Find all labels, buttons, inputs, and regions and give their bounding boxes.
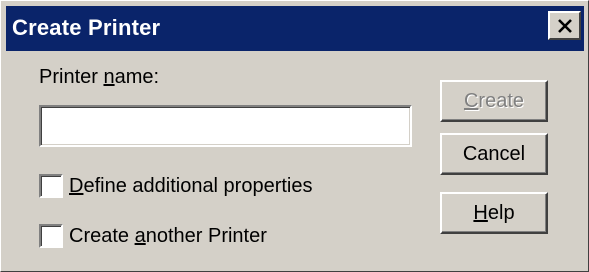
help-button-text: elp	[487, 201, 515, 224]
define-properties-checkbox[interactable]	[39, 174, 63, 198]
create-another-checkbox[interactable]	[39, 224, 63, 248]
define-properties-label: Define additional properties	[69, 175, 313, 198]
printer-name-label-mnemonic: n	[103, 66, 115, 88]
help-button[interactable]: Help	[440, 192, 548, 234]
define-properties-text: efine additional properties	[83, 174, 313, 197]
create-another-post: nother Printer	[145, 224, 267, 247]
create-button-text: reate	[478, 89, 525, 112]
create-printer-dialog: Create Printer Printer name: Define addi…	[0, 0, 589, 272]
create-another-option[interactable]: Create another Printer	[39, 223, 267, 249]
close-icon	[557, 18, 572, 33]
create-button[interactable]: Create	[440, 80, 548, 122]
define-properties-mnemonic: D	[69, 174, 84, 197]
title-bar[interactable]: Create Printer	[6, 6, 584, 51]
create-another-label: Create another Printer	[69, 225, 267, 248]
help-button-mnemonic: H	[473, 201, 488, 224]
define-properties-option[interactable]: Define additional properties	[39, 173, 313, 199]
printer-name-input[interactable]	[39, 105, 412, 147]
printer-name-label-post: ame:	[114, 66, 160, 88]
close-button[interactable]	[548, 11, 581, 40]
create-button-mnemonic: C	[463, 89, 479, 112]
create-another-mnemonic: a	[134, 224, 146, 247]
cancel-button[interactable]: Cancel	[440, 133, 548, 175]
printer-name-label-pre: Printer	[39, 66, 104, 88]
dialog-title: Create Printer	[12, 15, 161, 40]
create-another-pre: Create	[69, 224, 135, 247]
printer-name-label: Printer name:	[39, 66, 159, 89]
